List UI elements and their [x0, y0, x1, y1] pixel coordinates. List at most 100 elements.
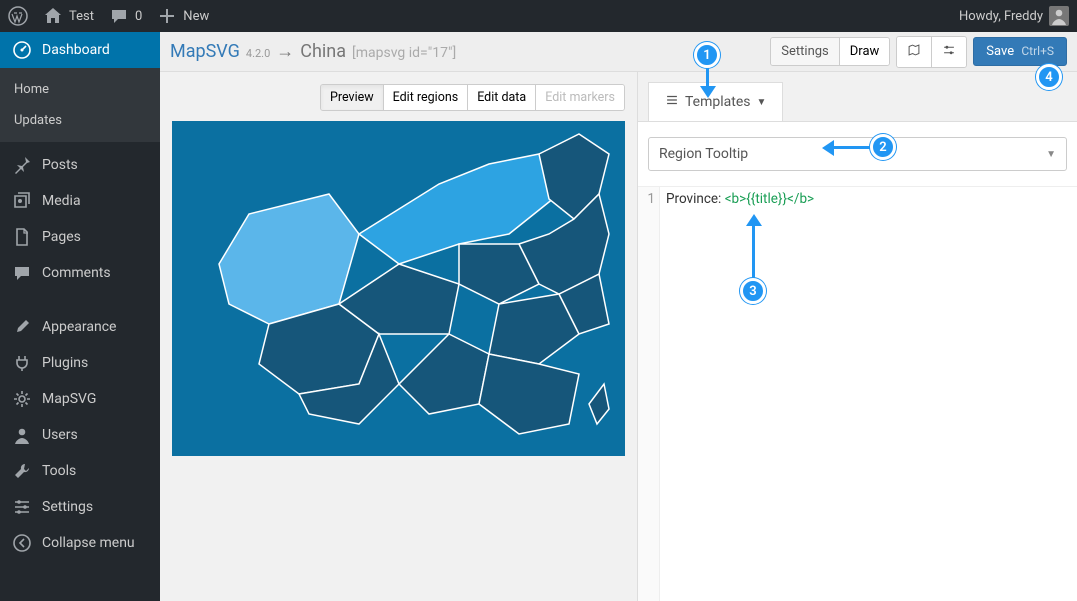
comments-link[interactable]: 0: [109, 6, 142, 26]
howdy-link[interactable]: Howdy, Freddy: [959, 6, 1069, 26]
sliders-icon: [942, 46, 956, 61]
user-icon: [12, 425, 32, 445]
sidebar-label: Tools: [42, 463, 76, 479]
code-var: {{title}}: [746, 191, 787, 207]
caret-down-icon: ▼: [1046, 149, 1056, 160]
edit-data-button[interactable]: Edit data: [468, 85, 536, 110]
code-line: Province: <b>{{title}}</b>: [660, 187, 820, 601]
save-button[interactable]: Save Ctrl+S: [973, 37, 1067, 66]
view-toggle: [896, 36, 967, 68]
sidebar-label: Appearance: [42, 319, 116, 335]
sidebar-item-appearance[interactable]: Appearance: [0, 309, 160, 345]
save-label: Save: [986, 44, 1014, 59]
annotation-num: 2: [879, 140, 886, 155]
sidebar-item-users[interactable]: Users: [0, 417, 160, 453]
mode-toggle: Settings Draw: [770, 37, 890, 66]
sidebar-item-mapsvg[interactable]: MapSVG: [0, 381, 160, 417]
code-editor[interactable]: 1 Province: <b>{{title}}</b>: [638, 187, 1077, 601]
sidebar-item-posts[interactable]: Posts: [0, 147, 160, 183]
wordpress-icon: [8, 6, 28, 26]
new-label: New: [183, 9, 209, 24]
app-version: 4.2.0: [246, 47, 270, 60]
howdy-text: Howdy, Freddy: [959, 9, 1043, 24]
adjust-view-button[interactable]: [932, 37, 966, 67]
map-canvas[interactable]: [172, 121, 625, 456]
sidebar-item-updates[interactable]: Updates: [0, 105, 160, 136]
sidebar-label: MapSVG: [42, 391, 96, 407]
site-name: Test: [69, 9, 94, 24]
admin-sidebar: Dashboard Home Updates Posts Media Pages…: [0, 32, 160, 601]
annotation-num: 1: [703, 48, 710, 63]
sidebar-item-pages[interactable]: Pages: [0, 219, 160, 255]
caret-down-icon: ▼: [757, 97, 767, 108]
select-value: Region Tooltip: [659, 146, 748, 162]
edit-markers-button[interactable]: Edit markers: [536, 85, 624, 110]
code-tag: <b>: [725, 191, 747, 207]
annotation-arrow-1-head: [700, 86, 716, 98]
breadcrumb-arrow: →: [276, 41, 294, 62]
annotation-bubble-4: 4: [1036, 64, 1062, 90]
right-panel: Templates ▼ Region Tooltip ▼ 1 Province:…: [638, 72, 1077, 601]
sidebar-item-media[interactable]: Media: [0, 183, 160, 219]
main-area: MapSVG 4.2.0 → China [mapsvg id="17"] Se…: [160, 32, 1077, 601]
code-text: Province:: [666, 191, 725, 207]
annotation-arrow-2-head: [822, 140, 834, 156]
new-link[interactable]: New: [157, 6, 209, 26]
annotation-arrow-2-line: [833, 146, 870, 149]
sidebar-label: Settings: [42, 499, 93, 515]
hamburger-icon: [665, 93, 679, 111]
sidebar-label: Updates: [14, 113, 62, 128]
map-view-button[interactable]: [897, 37, 932, 67]
page-icon: [12, 227, 32, 247]
sidebar-item-collapse[interactable]: Collapse menu: [0, 525, 160, 561]
sidebar-item-tools[interactable]: Tools: [0, 453, 160, 489]
plugin-topbar: MapSVG 4.2.0 → China [mapsvg id="17"] Se…: [160, 32, 1077, 72]
china-map-svg: [179, 124, 619, 454]
sidebar-label: Users: [42, 427, 78, 443]
edit-regions-button[interactable]: Edit regions: [384, 85, 469, 110]
sidebar-item-comments[interactable]: Comments: [0, 255, 160, 291]
shortcode-text: [mapsvg id="17"]: [352, 45, 456, 61]
sidebar-label: Media: [42, 193, 81, 209]
wrench-icon: [12, 461, 32, 481]
template-select[interactable]: Region Tooltip ▼: [648, 137, 1067, 171]
avatar-icon: [1049, 6, 1069, 26]
sidebar-label: Home: [14, 82, 49, 97]
map-panel: Preview Edit regions Edit data Edit mark…: [160, 72, 638, 601]
save-hint: Ctrl+S: [1021, 44, 1054, 58]
annotation-bubble-2: 2: [870, 134, 896, 160]
gear-icon: [12, 389, 32, 409]
app-name[interactable]: MapSVG: [170, 41, 240, 62]
annotation-bubble-3: 3: [740, 278, 766, 304]
annotation-arrow-3-head: [746, 214, 762, 226]
collapse-icon: [12, 533, 32, 553]
annotation-num: 3: [749, 284, 756, 299]
preview-button[interactable]: Preview: [321, 85, 384, 110]
sidebar-label: Comments: [42, 265, 111, 281]
draw-button[interactable]: Draw: [840, 38, 890, 65]
sliders-icon: [12, 497, 32, 517]
pin-icon: [12, 155, 32, 175]
tab-label: Templates: [685, 94, 751, 110]
brush-icon: [12, 317, 32, 337]
sidebar-label: Plugins: [42, 355, 88, 371]
plug-icon: [12, 353, 32, 373]
map-icon: [907, 46, 921, 61]
comments-icon: [12, 263, 32, 283]
sidebar-item-home[interactable]: Home: [0, 74, 160, 105]
annotation-arrow-1-line: [706, 68, 709, 88]
sidebar-label: Collapse menu: [42, 535, 135, 551]
sidebar-item-dashboard[interactable]: Dashboard: [0, 32, 160, 68]
sidebar-item-plugins[interactable]: Plugins: [0, 345, 160, 381]
comment-count: 0: [135, 9, 142, 24]
sidebar-item-settings[interactable]: Settings: [0, 489, 160, 525]
sidebar-label: Dashboard: [42, 42, 110, 58]
wp-logo[interactable]: [8, 6, 28, 26]
site-name-link[interactable]: Test: [43, 6, 94, 26]
line-number: 1: [638, 187, 660, 601]
admin-bar: Test 0 New Howdy, Freddy: [0, 0, 1077, 32]
annotation-num: 4: [1045, 70, 1052, 85]
media-icon: [12, 191, 32, 211]
home-icon: [43, 6, 63, 26]
settings-button[interactable]: Settings: [771, 38, 839, 65]
